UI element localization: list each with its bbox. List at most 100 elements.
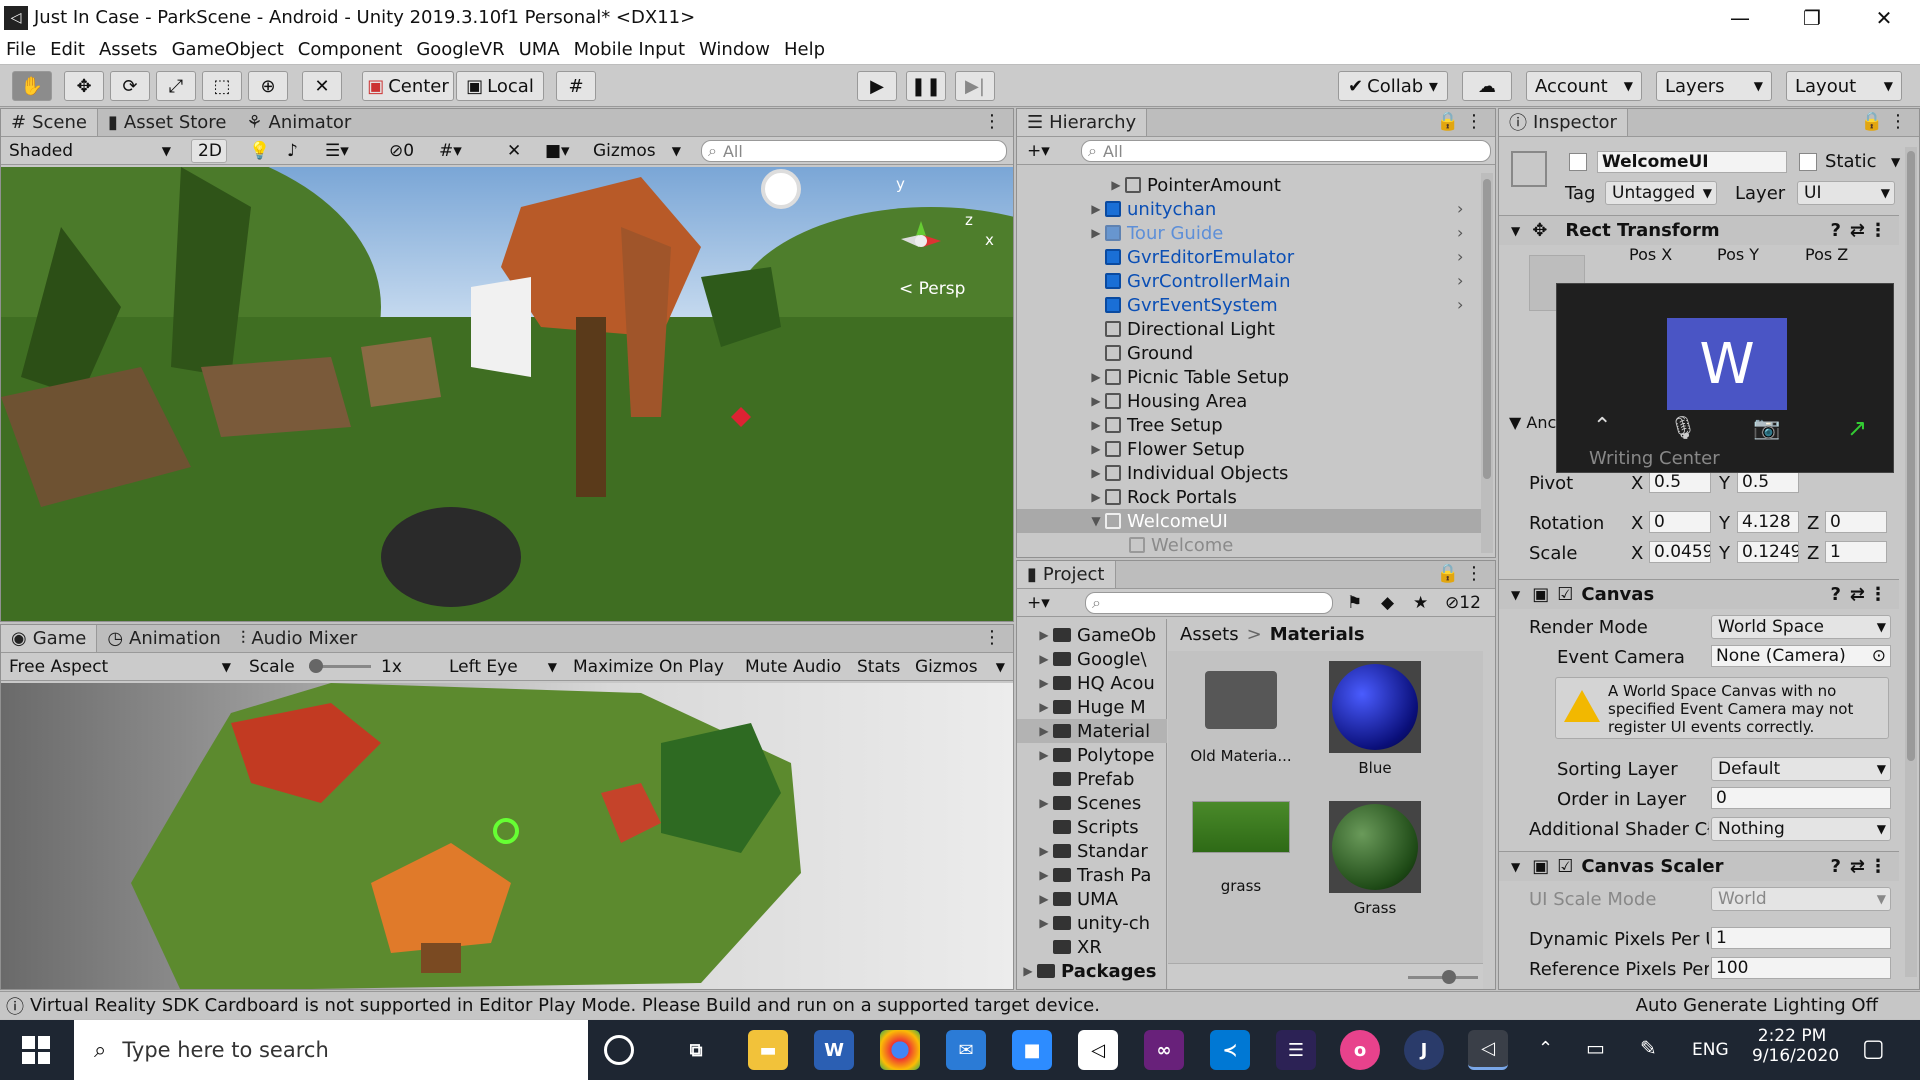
- canvas-scaler-enabled-checkbox[interactable]: ☑: [1557, 856, 1573, 877]
- tab-scene[interactable]: # Scene: [1, 109, 98, 136]
- list-item[interactable]: Directional Light: [1087, 317, 1275, 341]
- hand-tool-icon[interactable]: ✋: [12, 71, 52, 101]
- asset-item[interactable]: Old Materia...: [1186, 661, 1296, 765]
- scale-y-field[interactable]: 0.1249: [1737, 541, 1799, 563]
- more-menu-icon[interactable]: ⋮: [1889, 111, 1907, 132]
- list-item[interactable]: ▶ Rock Portals: [1087, 485, 1236, 509]
- order-in-layer-field[interactable]: 0: [1711, 787, 1891, 809]
- julia-icon[interactable]: J: [1404, 1030, 1444, 1070]
- pivot-local-button[interactable]: ▣ Local: [456, 71, 544, 101]
- active-checkbox[interactable]: [1569, 153, 1587, 171]
- list-item[interactable]: ▶ Tree Setup: [1087, 413, 1222, 437]
- preset-icon[interactable]: ⇄: [1850, 584, 1865, 605]
- help-icon[interactable]: ?: [1831, 584, 1841, 605]
- tab-project[interactable]: ▮ Project: [1017, 561, 1116, 588]
- favorite-icon[interactable]: ★: [1413, 593, 1428, 613]
- show-hidden-icons[interactable]: ⌃: [1538, 1038, 1553, 1059]
- tools-icon[interactable]: ✕: [501, 139, 529, 163]
- mic-muted-icon[interactable]: 🎙: [1669, 416, 1697, 441]
- lock-icon[interactable]: 🔒: [1437, 111, 1459, 132]
- menu-mobile-input[interactable]: Mobile Input: [574, 39, 685, 60]
- component-menu-icon[interactable]: ⋮: [1869, 220, 1887, 241]
- project-search-input[interactable]: ⌕: [1085, 592, 1333, 614]
- list-item[interactable]: ▶ PointerAmount: [1107, 173, 1281, 197]
- hierarchy-scrollbar[interactable]: [1481, 173, 1493, 553]
- folder-item[interactable]: ▶ Polytope: [1035, 743, 1154, 767]
- folder-item[interactable]: ▶ HQ Acou: [1035, 671, 1154, 695]
- pivot-x-field[interactable]: 0.5: [1649, 471, 1711, 493]
- folder-item[interactable]: ▶ GameOb: [1035, 623, 1156, 647]
- list-item[interactable]: ▶ Tour Guide: [1087, 221, 1223, 245]
- scene-gizmo-icon[interactable]: [901, 221, 941, 261]
- game-viewport[interactable]: [1, 683, 1013, 989]
- tab-inspector[interactable]: ⓘ Inspector: [1499, 109, 1628, 136]
- folder-item-selected[interactable]: ▶ Material: [1017, 719, 1167, 743]
- pivot-y-field[interactable]: 0.5: [1737, 471, 1799, 493]
- folder-item[interactable]: ▶ unity-ch: [1035, 911, 1150, 935]
- rotation-z-field[interactable]: 0: [1825, 511, 1887, 533]
- folder-item[interactable]: ▶ Standar: [1035, 839, 1147, 863]
- canvas-scaler-header[interactable]: ▼ ▣ ☑ Canvas Scaler ? ⇄ ⋮: [1499, 851, 1899, 881]
- canvas-enabled-checkbox[interactable]: ☑: [1557, 584, 1573, 605]
- shading-mode-dropdown[interactable]: Shaded ▼: [3, 139, 177, 163]
- menu-file[interactable]: File: [6, 39, 36, 60]
- perspective-label[interactable]: < Persp: [899, 279, 965, 299]
- filter-type-icon[interactable]: ⚑: [1347, 593, 1362, 613]
- more-menu-icon[interactable]: ⋮: [983, 111, 1001, 132]
- hierarchy-search-input[interactable]: ⌕ All: [1081, 140, 1491, 162]
- object-picker-icon[interactable]: ⊙: [1872, 646, 1886, 666]
- folder-item[interactable]: ▶ Huge M: [1035, 695, 1145, 719]
- menu-gameobject[interactable]: GameObject: [172, 39, 284, 60]
- video-off-icon[interactable]: 📷: [1753, 416, 1780, 441]
- canvas-header[interactable]: ▼ ▣ ☑ Canvas ? ⇄ ⋮: [1499, 579, 1899, 609]
- rotation-y-field[interactable]: 4.128: [1737, 511, 1799, 533]
- list-item[interactable]: ▶ Individual Objects: [1087, 461, 1288, 485]
- eye-dropdown[interactable]: Left Eye ▼: [443, 655, 561, 679]
- component-menu-icon[interactable]: ⋮: [1869, 856, 1887, 877]
- asset-item[interactable]: Blue: [1320, 661, 1430, 777]
- tab-animator[interactable]: ⚘ Animator: [236, 109, 361, 136]
- scale-slider[interactable]: [309, 659, 371, 673]
- scale-z-field[interactable]: 1: [1825, 541, 1887, 563]
- scene-viewport[interactable]: y z x < Persp: [1, 167, 1013, 621]
- clock[interactable]: 2:22 PM 9/16/2020: [1752, 1026, 1839, 1066]
- reference-pixels-field[interactable]: 100: [1711, 957, 1891, 979]
- packages-folder[interactable]: ▶ Packages: [1019, 959, 1156, 983]
- aspect-dropdown[interactable]: Free Aspect ▼: [3, 655, 237, 679]
- unity-hub-icon[interactable]: ◁: [1078, 1030, 1118, 1070]
- light-icon[interactable]: 💡: [243, 139, 270, 163]
- language-indicator[interactable]: ENG: [1692, 1040, 1729, 1060]
- static-checkbox[interactable]: [1799, 153, 1817, 171]
- eclipse-icon[interactable]: ☰: [1276, 1030, 1316, 1070]
- create-asset-icon[interactable]: +▾: [1027, 593, 1050, 613]
- list-item[interactable]: ▶ Housing Area: [1087, 389, 1247, 413]
- static-dropdown-icon[interactable]: ▼: [1891, 155, 1900, 169]
- menu-uma[interactable]: UMA: [519, 39, 560, 60]
- tab-audio-mixer[interactable]: ⫶ Audio Mixer: [231, 625, 368, 652]
- anchors-label[interactable]: ▼ Anc: [1509, 413, 1556, 432]
- close-button[interactable]: ✕: [1848, 0, 1920, 35]
- maximize-button[interactable]: ❐: [1776, 0, 1848, 35]
- tab-animation[interactable]: ◷ Animation: [97, 625, 231, 652]
- menu-help[interactable]: Help: [784, 39, 825, 60]
- rect-transform-header[interactable]: ▼ ✥ Rect Transform ? ⇄ ⋮: [1499, 215, 1899, 245]
- scene-search-input[interactable]: ⌕ All: [701, 140, 1007, 162]
- minimize-button[interactable]: —: [1704, 0, 1776, 35]
- camera-icon[interactable]: ■▾: [539, 139, 581, 163]
- snap-grid-icon[interactable]: #: [556, 71, 596, 101]
- inspector-scrollbar[interactable]: [1905, 147, 1917, 977]
- folder-item[interactable]: ▶ Scenes: [1035, 791, 1141, 815]
- list-item[interactable]: GvrControllerMain: [1087, 269, 1291, 293]
- breadcrumb-assets[interactable]: Assets: [1180, 624, 1239, 645]
- rotate-tool-icon[interactable]: ⟳: [110, 71, 150, 101]
- zoom-slider[interactable]: [1408, 970, 1478, 984]
- folder-item[interactable]: Prefab: [1035, 767, 1134, 791]
- notifications-icon[interactable]: ▢: [1862, 1034, 1885, 1062]
- layer-dropdown[interactable]: UI ▼: [1797, 181, 1895, 205]
- tab-hierarchy[interactable]: ☰ Hierarchy: [1017, 109, 1148, 136]
- account-dropdown[interactable]: Account ▼: [1526, 71, 1642, 101]
- folder-item[interactable]: ▶ Google\: [1035, 647, 1146, 671]
- status-message[interactable]: Virtual Reality SDK Cardboard is not sup…: [30, 995, 1100, 1016]
- scale-x-field[interactable]: 0.0459: [1649, 541, 1711, 563]
- list-item[interactable]: Welcome: [1129, 533, 1233, 557]
